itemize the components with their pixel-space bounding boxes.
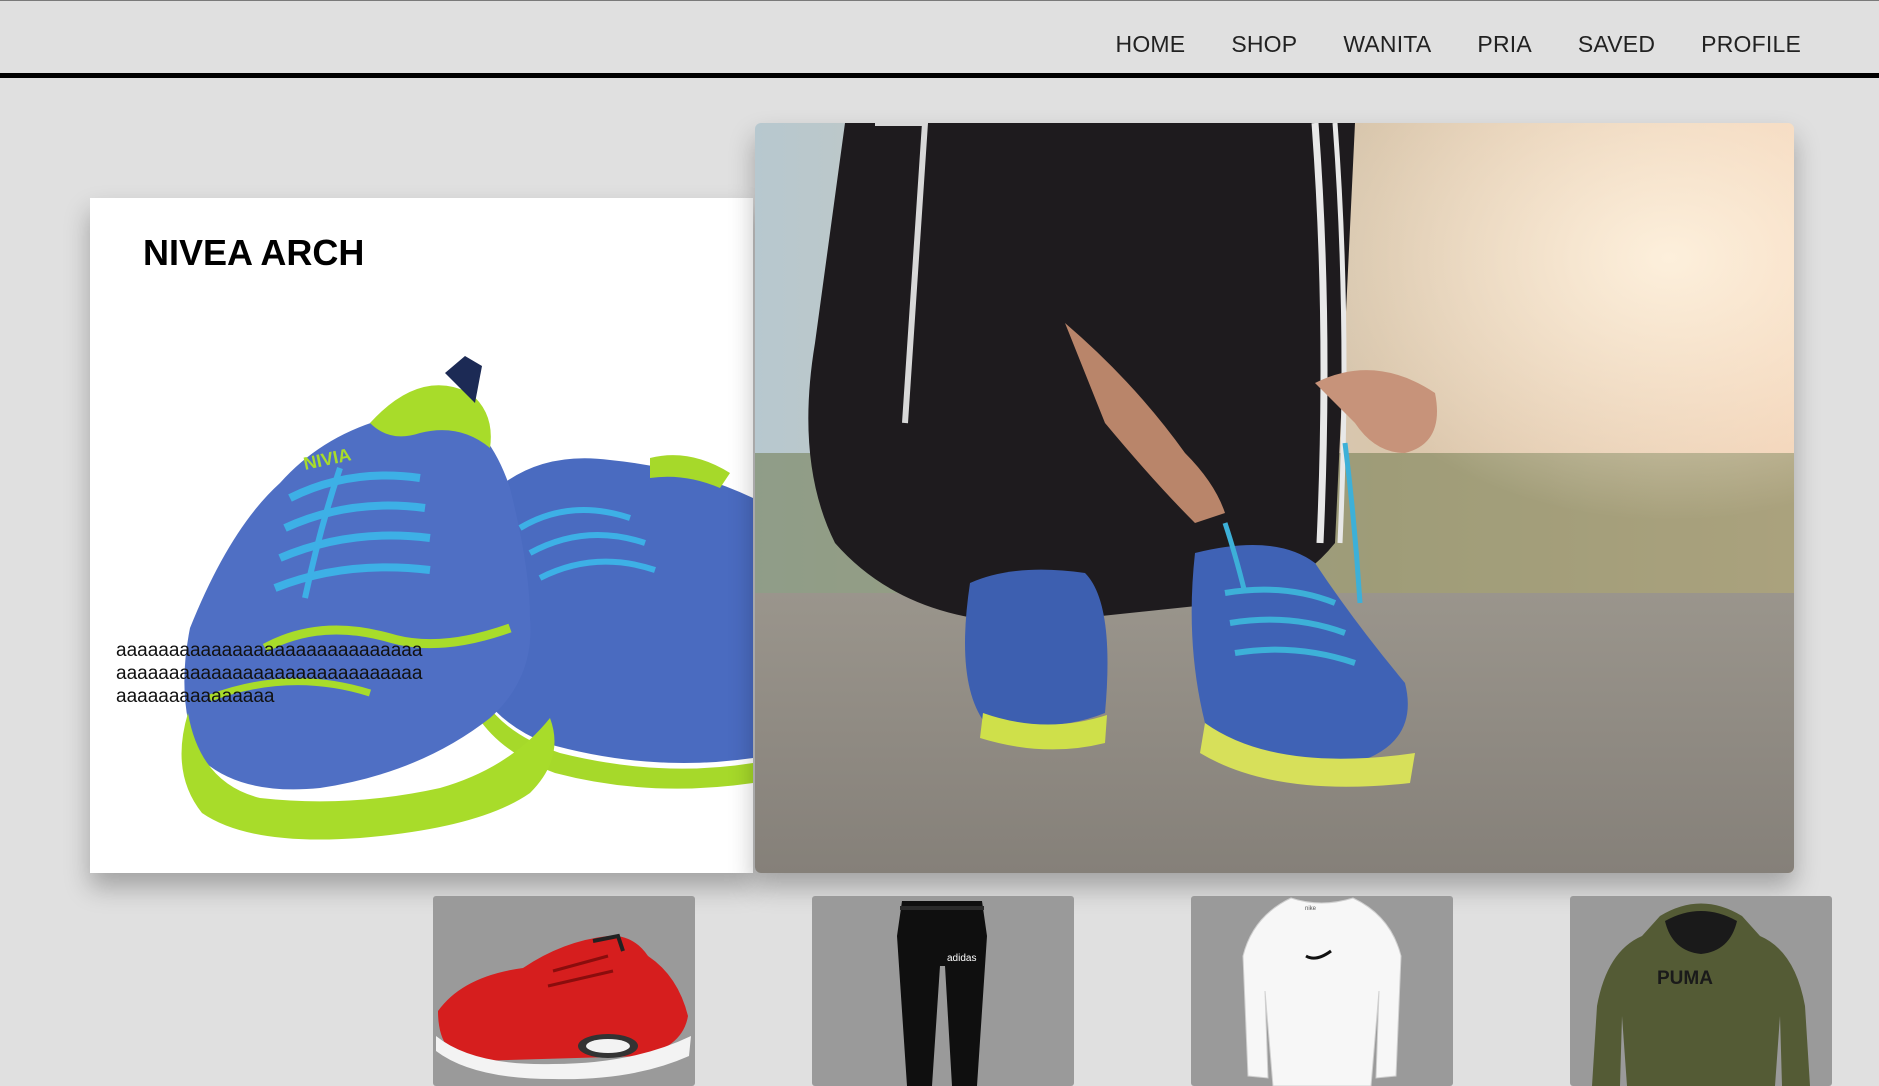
- nav-home-link[interactable]: HOME: [1116, 31, 1186, 57]
- featured-product-title: NIVEA ARCH: [143, 232, 365, 273]
- nav-menu: HOME SHOP WANITA PRIA SAVED PROFILE: [1116, 31, 1801, 58]
- top-navbar: HOME SHOP WANITA PRIA SAVED PROFILE: [0, 0, 1879, 78]
- product-thumb-jogger-pants[interactable]: adidas: [812, 896, 1074, 1086]
- featured-shoe-image: NIVIA: [181, 356, 753, 840]
- red-sneaker-image: [436, 933, 691, 1080]
- nav-wanita-link[interactable]: WANITA: [1343, 31, 1431, 57]
- nav-profile-link[interactable]: PROFILE: [1701, 31, 1801, 57]
- nav-shop-link[interactable]: SHOP: [1231, 31, 1297, 57]
- hoodie-image: PUMA: [1592, 903, 1810, 1086]
- product-thumb-hoodie[interactable]: PUMA: [1570, 896, 1832, 1086]
- featured-product-description: aaaaaaaaaaaaaaaaaaaaaaaaaaaaaaaaaaaaaaaa…: [116, 640, 423, 707]
- product-thumb-red-sneaker[interactable]: [433, 896, 695, 1086]
- adidas-logo: adidas: [947, 953, 976, 964]
- compression-shirt-image: nike: [1242, 897, 1402, 1086]
- nav-saved-link[interactable]: SAVED: [1578, 31, 1655, 57]
- featured-product-card[interactable]: NIVIA NIVEA ARCH aaaaaaaaaaaaaaaaaaaaaaa…: [90, 198, 753, 873]
- hero-banner-image: [755, 123, 1794, 873]
- shirt-brand-label: nike: [1305, 906, 1317, 912]
- puma-logo: PUMA: [1657, 968, 1713, 989]
- product-thumb-compression-shirt[interactable]: nike: [1191, 896, 1453, 1086]
- nav-pria-link[interactable]: PRIA: [1477, 31, 1531, 57]
- jogger-pants-image: adidas: [897, 901, 987, 1086]
